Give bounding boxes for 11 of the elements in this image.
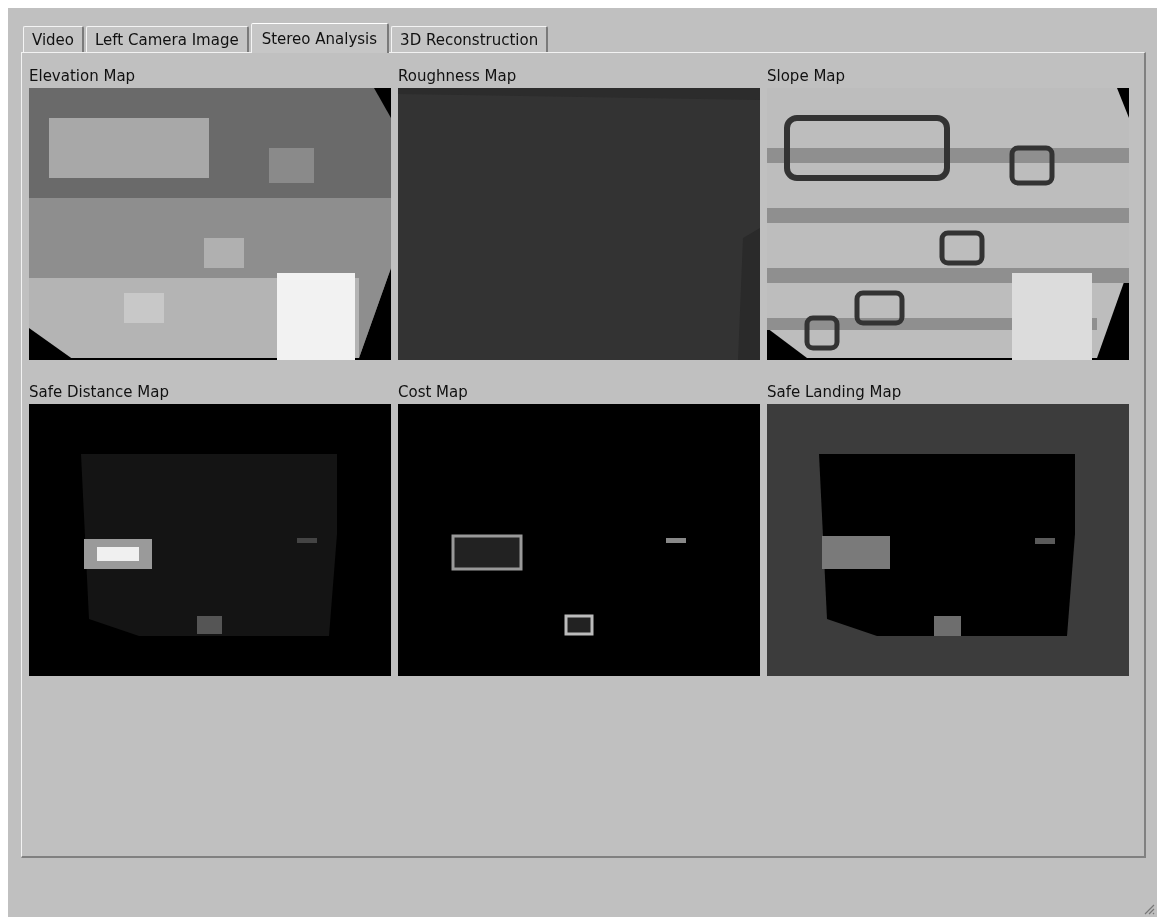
- map-title: Cost Map: [398, 383, 469, 401]
- map-title: Slope Map: [767, 67, 847, 85]
- map-title: Elevation Map: [29, 67, 137, 85]
- tab[interactable]: 3D Reconstruction: [391, 26, 549, 52]
- map-title: Roughness Map: [398, 67, 518, 85]
- tab[interactable]: Left Camera Image: [86, 26, 249, 52]
- resize-grip-icon[interactable]: [1143, 903, 1155, 915]
- tab[interactable]: Video: [23, 26, 85, 52]
- tab[interactable]: Stereo Analysis: [250, 23, 390, 53]
- map-title: Safe Landing Map: [767, 383, 903, 401]
- map-title: Safe Distance Map: [29, 383, 170, 401]
